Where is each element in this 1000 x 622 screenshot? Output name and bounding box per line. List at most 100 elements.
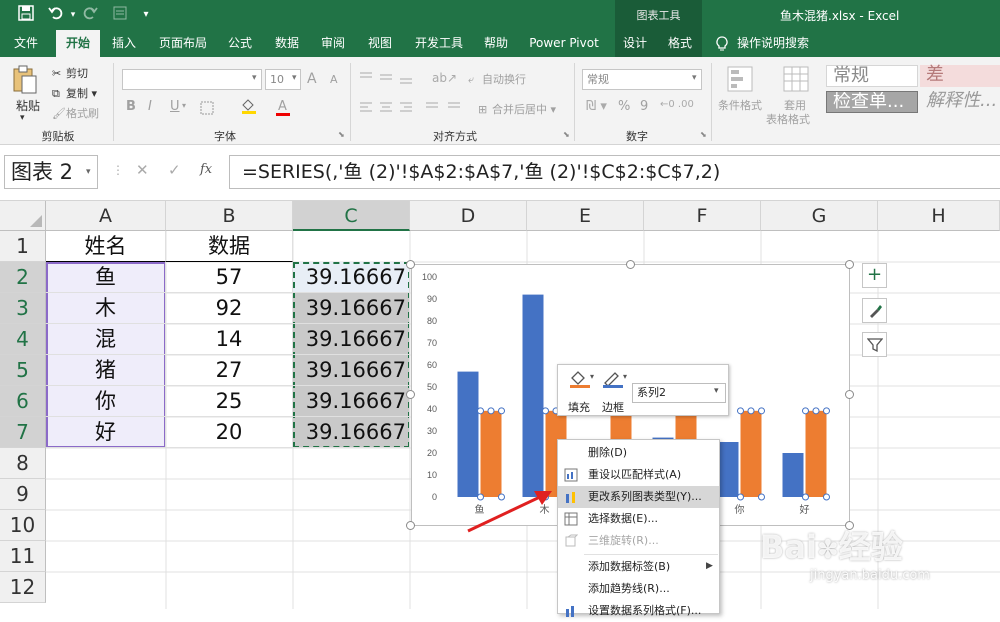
paste-dropdown-icon[interactable]: ▾ (20, 113, 25, 123)
menu-item-format-series[interactable]: 设置数据系列格式(F)... (558, 600, 719, 622)
bar-series-1-5[interactable] (782, 453, 804, 497)
conditional-format-icon[interactable] (726, 65, 754, 96)
format-painter-button[interactable]: 🖌格式刷 (52, 105, 99, 121)
underline-button[interactable]: U (170, 99, 180, 114)
customize-qat-icon[interactable]: ▾ (136, 5, 156, 25)
comma-button[interactable]: 9 (640, 99, 648, 114)
cell-c4[interactable]: 39.16667 (293, 324, 410, 355)
percent-button[interactable]: % (618, 99, 630, 114)
bar-series-2-4[interactable] (740, 410, 762, 497)
enter-icon[interactable]: ✓ (168, 161, 181, 179)
style-explanatory[interactable]: 解释性... (920, 91, 1000, 113)
tab-home[interactable]: 开始 (56, 30, 100, 57)
row-header-12[interactable]: 12 (0, 572, 46, 603)
cell-b3[interactable]: 92 (166, 293, 293, 324)
row-header-1[interactable]: 1 (0, 231, 46, 262)
cell-c3[interactable]: 39.16667 (293, 293, 410, 324)
column-header-g[interactable]: G (761, 201, 878, 231)
column-header-f[interactable]: F (644, 201, 761, 231)
paste-button[interactable]: 粘贴 (16, 97, 40, 114)
font-name-dropdown-icon[interactable]: ▾ (252, 73, 257, 83)
name-box-dropdown-icon[interactable]: ▾ (86, 167, 91, 177)
style-bad[interactable]: 差 (920, 65, 1000, 87)
cell-b6[interactable]: 25 (166, 386, 293, 417)
row-header-3[interactable]: 3 (0, 293, 46, 324)
cancel-icon[interactable]: ✕ (136, 161, 149, 179)
number-dialog-launcher-icon[interactable]: ⬊ (700, 130, 707, 139)
cell-c6[interactable]: 39.16667 (293, 386, 410, 417)
cell-b5[interactable]: 27 (166, 355, 293, 386)
tab-design[interactable]: 设计 (615, 30, 655, 57)
row-header-9[interactable]: 9 (0, 479, 46, 510)
tab-format[interactable]: 格式 (660, 30, 700, 57)
menu-item-delete[interactable]: 删除(D) (558, 442, 719, 464)
chart-resize-handle-nw[interactable] (406, 260, 415, 269)
fill-color-icon[interactable] (240, 97, 258, 118)
formula-input[interactable]: =SERIES(,'鱼 (2)'!$A$2:$A$7,'鱼 (2)'!$C$2:… (229, 155, 1000, 189)
chart-elements-button[interactable]: + (862, 263, 887, 288)
column-header-b[interactable]: B (166, 201, 293, 231)
tab-help[interactable]: 帮助 (476, 30, 516, 57)
column-header-d[interactable]: D (410, 201, 527, 231)
tab-review[interactable]: 审阅 (313, 30, 353, 57)
number-format-box[interactable]: 常规 (582, 69, 702, 90)
chart-resize-handle-n[interactable] (626, 260, 635, 269)
font-color-button[interactable]: A (278, 99, 287, 114)
merge-center-button[interactable]: ⊞ 合并后居中 ▾ (478, 101, 556, 117)
conditional-format-button[interactable]: 条件格式 (718, 97, 762, 113)
redo-icon[interactable] (80, 5, 100, 25)
outline-button[interactable]: 边框 (602, 399, 624, 415)
shrink-font-button[interactable]: A (330, 73, 338, 86)
column-header-e[interactable]: E (527, 201, 644, 231)
orientation-icon[interactable]: ab↗ (432, 71, 457, 85)
row-header-8[interactable]: 8 (0, 448, 46, 479)
bar-series-2-5[interactable] (805, 410, 827, 497)
chart-resize-handle-w[interactable] (406, 390, 415, 399)
cut-button[interactable]: ✂ 剪切 (52, 65, 88, 81)
tab-developer[interactable]: 开发工具 (408, 30, 470, 57)
chart-styles-button[interactable] (862, 298, 887, 323)
cell-a2[interactable]: 鱼 (46, 262, 166, 293)
menu-item-change-series-chart-type[interactable]: 更改系列图表类型(Y)... (558, 486, 719, 508)
underline-dropdown-icon[interactable]: ▾ (182, 101, 186, 110)
row-header-2[interactable]: 2 (0, 262, 46, 293)
cell-a6[interactable]: 你 (46, 386, 166, 417)
column-header-a[interactable]: A (46, 201, 166, 231)
currency-icon[interactable]: ₪ ▾ (586, 99, 607, 114)
font-dialog-launcher-icon[interactable]: ⬊ (338, 130, 345, 139)
fill-button[interactable]: 填充 (568, 399, 590, 415)
row-header-11[interactable]: 11 (0, 541, 46, 572)
bar-series-1-4[interactable] (717, 442, 739, 497)
copy-button[interactable]: ⧉ 复制 ▾ (52, 85, 97, 101)
wrap-text-button[interactable]: ⤶ 自动换行 (468, 71, 526, 87)
tab-power-pivot[interactable]: Power Pivot (523, 30, 605, 57)
chart-resize-handle-ne[interactable] (845, 260, 854, 269)
name-box[interactable]: 图表 2 (4, 155, 98, 189)
number-format-dropdown-icon[interactable]: ▾ (692, 73, 697, 83)
borders-icon[interactable] (200, 101, 214, 118)
cell-b4[interactable]: 14 (166, 324, 293, 355)
fill-bucket-icon[interactable]: ▾ (568, 369, 596, 392)
row-header-10[interactable]: 10 (0, 510, 46, 541)
cell-a5[interactable]: 猪 (46, 355, 166, 386)
cell-a1[interactable]: 姓名 (46, 231, 166, 262)
menu-item-reset-style[interactable]: 重设以匹配样式(A) (558, 464, 719, 486)
row-header-5[interactable]: 5 (0, 355, 46, 386)
column-header-c[interactable]: C (293, 201, 410, 231)
cell-a4[interactable]: 混 (46, 324, 166, 355)
menu-item-add-data-labels[interactable]: 添加数据标签(B) (558, 556, 719, 578)
tab-file[interactable]: 文件 (6, 30, 46, 57)
cell-b7[interactable]: 20 (166, 417, 293, 448)
chart-filters-button[interactable] (862, 332, 887, 357)
outline-pen-icon[interactable]: ▾ (601, 369, 629, 392)
menu-item-select-data[interactable]: 选择数据(E)... (558, 508, 719, 530)
save-icon[interactable] (16, 5, 36, 25)
bar-series-1-0[interactable] (457, 371, 479, 497)
series-select-dropdown-icon[interactable]: ▾ (714, 386, 719, 396)
tell-me-search[interactable]: 操作说明搜索 (736, 30, 810, 57)
italic-button[interactable]: I (148, 99, 152, 114)
format-table-icon[interactable] (782, 65, 810, 96)
bold-button[interactable]: B (126, 99, 136, 114)
row-header-4[interactable]: 4 (0, 324, 46, 355)
chart-resize-handle-e[interactable] (845, 390, 854, 399)
